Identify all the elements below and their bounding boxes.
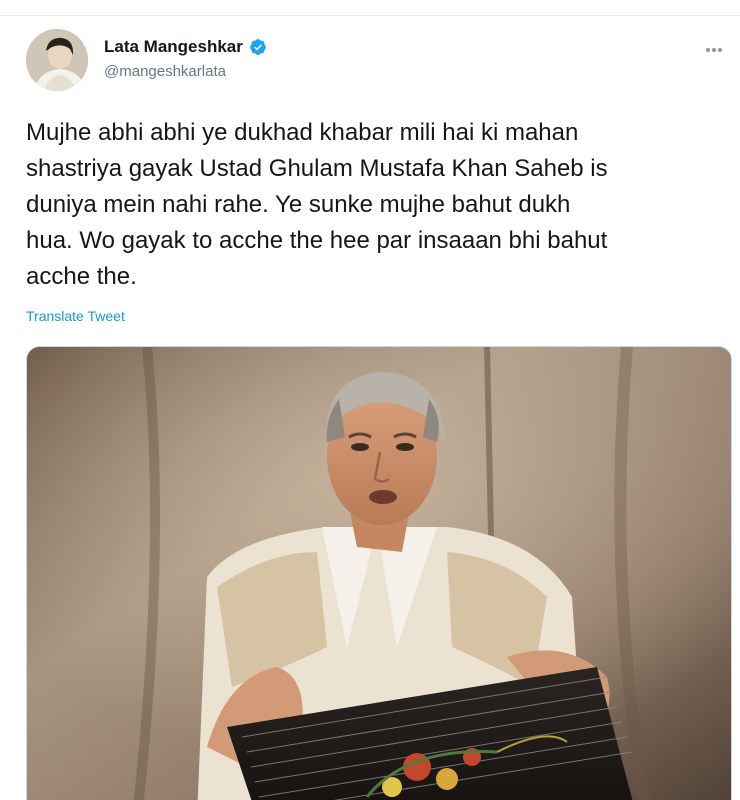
tweet[interactable]: Lata Mangeshkar @mangeshkarlata Mujhe ab… (0, 17, 740, 800)
avatar[interactable] (26, 29, 88, 91)
tweet-text: Mujhe abhi abhi ye dukhad khabar mili ha… (26, 119, 608, 290)
author-handle[interactable]: @mangeshkarlata (104, 63, 226, 80)
musician-photo (27, 347, 731, 800)
avatar-image (26, 29, 88, 91)
tweet-media-photo[interactable] (26, 346, 732, 800)
author-display-name[interactable]: Lata Mangeshkar (104, 37, 243, 57)
more-options-icon[interactable] (706, 39, 730, 52)
author-name-row[interactable]: Lata Mangeshkar (104, 37, 267, 57)
verified-badge-icon (250, 39, 266, 55)
top-divider (0, 0, 740, 16)
translate-tweet-link[interactable]: Translate Tweet (26, 308, 125, 324)
